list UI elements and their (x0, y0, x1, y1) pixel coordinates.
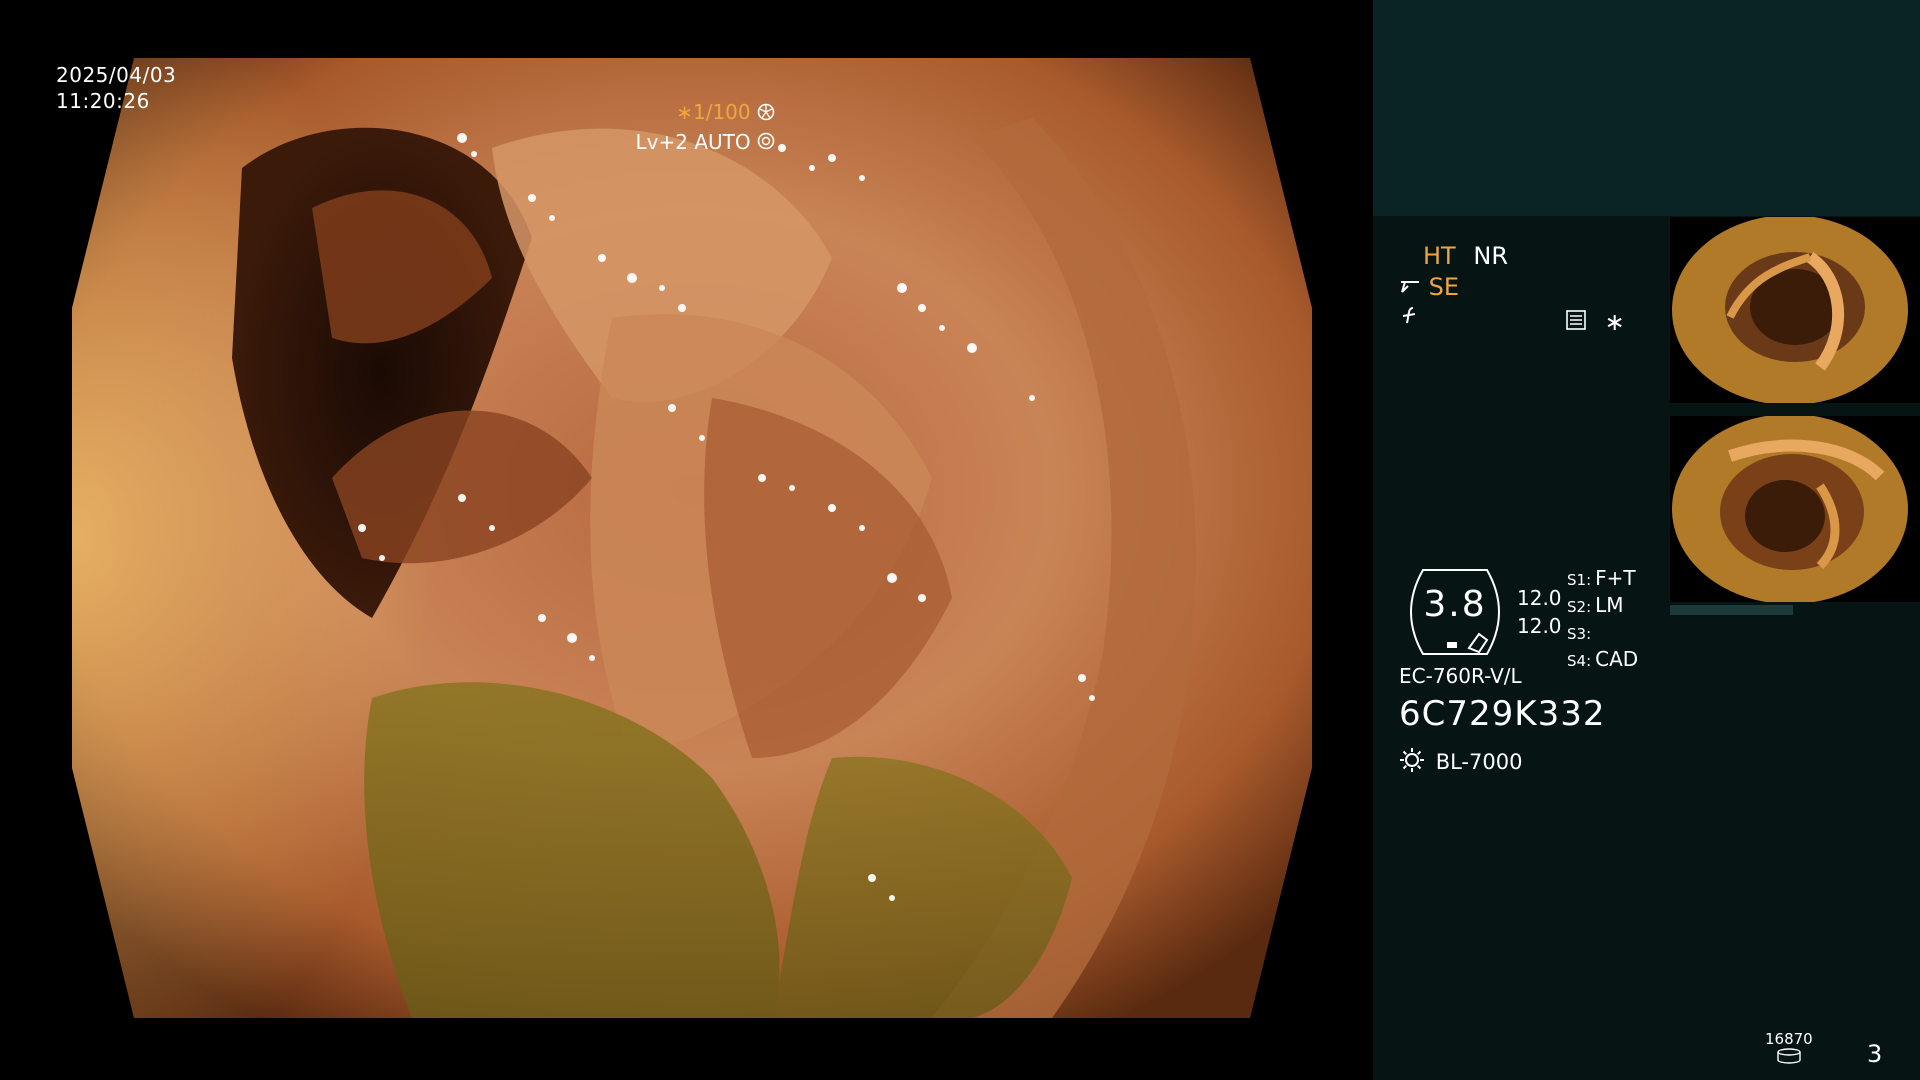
capture-thumbnail-2[interactable] (1670, 416, 1920, 602)
s1-value: F+T (1595, 566, 1636, 590)
ht-nr-row: HT NR (1423, 242, 1508, 270)
endoscopic-image (72, 58, 1312, 1018)
se-label: SE (1428, 273, 1460, 301)
scope-model: EC-760R-V/L (1399, 664, 1522, 688)
s3-key: S3: (1567, 625, 1592, 643)
magnification-gauge: 3.8 (1399, 568, 1511, 656)
ht-label: HT (1423, 242, 1456, 270)
nr-label: NR (1473, 242, 1508, 270)
shutter-speed: ∗1/100 (676, 100, 751, 124)
s4-key: S4: (1567, 652, 1592, 670)
function-row (1399, 304, 1421, 333)
light-source-icon (1399, 747, 1425, 778)
s2-key: S2: (1567, 598, 1592, 616)
light-source-label: BL-7000 (1435, 749, 1523, 774)
aperture-icon (757, 100, 775, 128)
se-row: SE (1399, 273, 1459, 302)
magnification-value: 3.8 (1423, 584, 1487, 625)
star-mark: ∗ (1604, 308, 1625, 336)
page-number: 3 (1867, 1040, 1883, 1068)
menu-row: ∗ (1565, 308, 1625, 337)
date-text: 2025/04/03 (56, 63, 177, 87)
date-time-stamp: 2025/04/03 11:20:26 (56, 62, 176, 114)
function-icon (1399, 305, 1421, 333)
level-setting: Lv+2 AUTO (635, 129, 751, 154)
menu-icon (1565, 309, 1587, 337)
info-panel: HT NR SE ∗ 3.8 12.0 12.0 S1: F+T S2: LM … (1373, 0, 1920, 1080)
panel-header-area (1373, 0, 1920, 216)
scope-serial: 6C729K332 (1399, 694, 1606, 734)
exposure-info: ∗1/100 Lv+2 AUTO (636, 98, 775, 157)
s4-value: CAD (1595, 647, 1639, 671)
time-text: 11:20:26 (56, 89, 150, 113)
sun-ring-icon (757, 129, 775, 157)
database-icon (1776, 1048, 1802, 1068)
thumbnail-indicator-bar (1670, 605, 1793, 615)
light-source-row: BL-7000 (1399, 747, 1522, 778)
image-counter: 16870 (1765, 1030, 1813, 1068)
capture-thumbnail-1[interactable] (1670, 217, 1920, 403)
counter-value: 16870 (1765, 1030, 1813, 1048)
switch-settings: S1: F+T S2: LM S3: S4: CAD (1567, 566, 1638, 674)
gauge-value-2: 12.0 (1517, 614, 1562, 638)
endoscope-view-area: 2025/04/03 11:20:26 ∗1/100 Lv+2 AUTO (0, 0, 1372, 1080)
scissors-icon (1399, 274, 1421, 302)
gauge-value-1: 12.0 (1517, 586, 1562, 610)
s2-value: LM (1595, 593, 1624, 617)
gauge-sub-values: 12.0 12.0 (1517, 584, 1562, 640)
s1-key: S1: (1567, 571, 1592, 589)
